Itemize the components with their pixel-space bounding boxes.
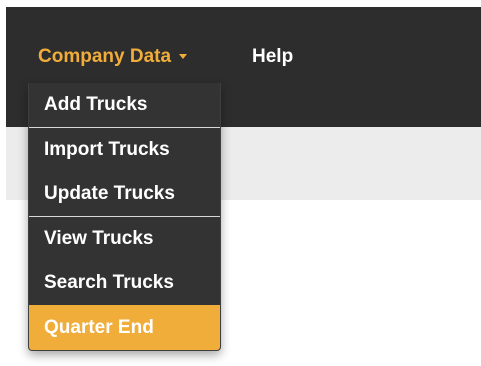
menu-item-view-trucks[interactable]: View Trucks <box>29 217 220 261</box>
menu-item-add-trucks[interactable]: Add Trucks <box>29 83 220 127</box>
menu-item-update-trucks[interactable]: Update Trucks <box>29 172 220 216</box>
menu-item-quarter-end[interactable]: Quarter End <box>29 305 220 350</box>
menu-item-import-trucks[interactable]: Import Trucks <box>29 128 220 172</box>
help-label: Help <box>252 46 294 67</box>
company-data-menu[interactable]: Company Data <box>38 46 188 68</box>
company-data-label: Company Data <box>38 46 172 67</box>
help-menu[interactable]: Help <box>252 46 293 68</box>
caret-down-icon <box>179 54 188 60</box>
menu-item-search-trucks[interactable]: Search Trucks <box>29 261 220 305</box>
page: Company Data Help Add Trucks Import Truc… <box>0 0 481 366</box>
company-data-dropdown: Add Trucks Import Trucks Update Trucks V… <box>28 83 221 351</box>
